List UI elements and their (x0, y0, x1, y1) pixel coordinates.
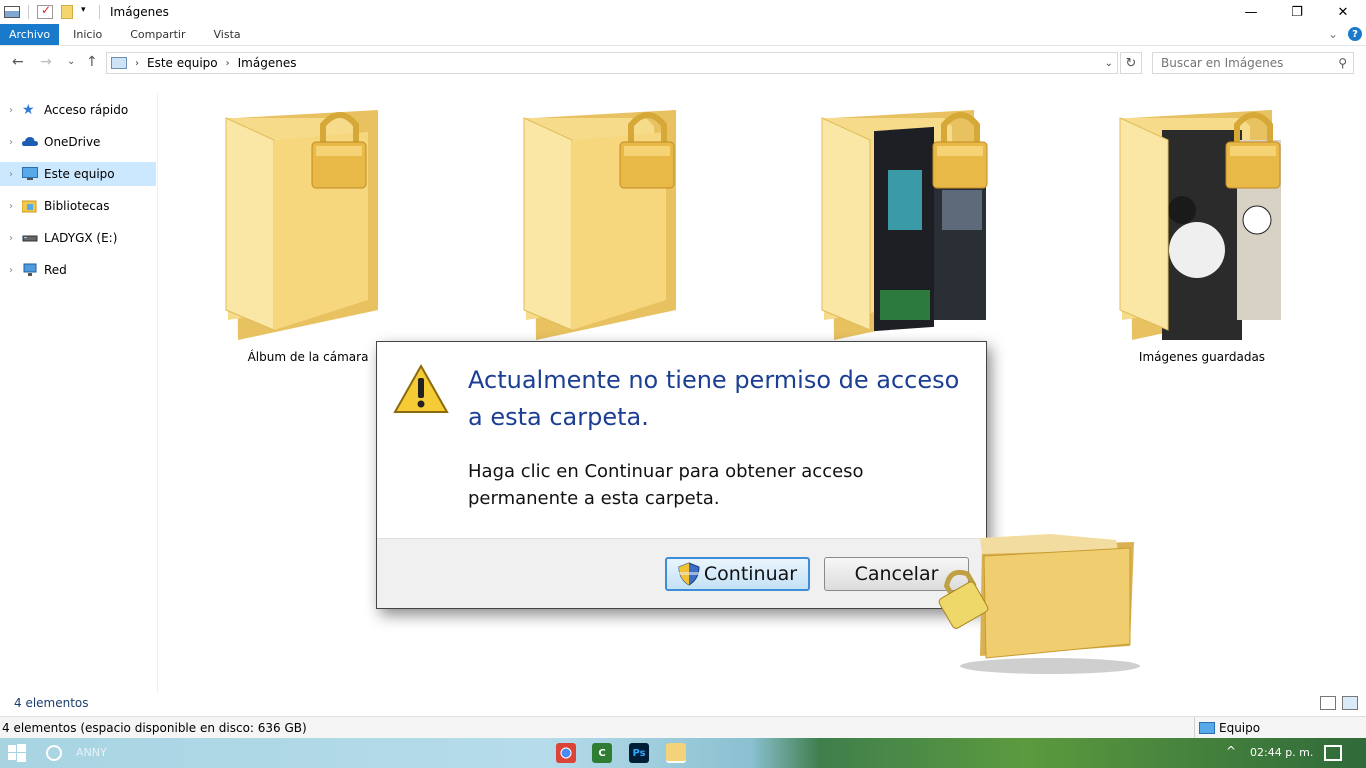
cloud-icon (22, 135, 38, 149)
forward-arrow-icon[interactable]: → (40, 54, 52, 70)
details-view-icon[interactable] (1320, 696, 1336, 710)
dialog-heading-line: Actualmente no tiene permiso de acceso (468, 366, 960, 394)
file-explorer-icon[interactable] (666, 743, 686, 763)
toolbar-separator (28, 5, 29, 19)
close-button[interactable]: ✕ (1320, 0, 1366, 24)
large-icons-view-icon[interactable] (1342, 696, 1358, 710)
search-icon[interactable]: ⚲ (1338, 56, 1347, 70)
window-title: Imágenes (110, 5, 169, 19)
search-box[interactable]: ⚲ (1152, 52, 1354, 74)
details-bar: 4 elementos (espacio disponible en disco… (0, 716, 1366, 739)
dialog-heading-line: a esta carpeta. (468, 403, 649, 431)
help-icon[interactable]: ? (1348, 27, 1362, 41)
uac-shield-icon (678, 562, 700, 586)
notification-icon[interactable] (1324, 745, 1342, 761)
properties-icon[interactable]: ✓ (37, 3, 53, 19)
usb-drive-icon (22, 231, 38, 245)
sidebar-item-bibliotecas[interactable]: › Bibliotecas (0, 194, 156, 218)
sidebar-item-label: LADYGX (E:) (44, 231, 118, 245)
tray-arrow-icon[interactable]: ^ (1226, 744, 1236, 758)
taskbar: ANNY C Ps ^ 02:44 p. m. (0, 738, 1366, 768)
permission-dialog: Actualmente no tiene permiso de acceso a… (376, 341, 987, 609)
sidebar-item-label: Red (44, 263, 67, 277)
address-dropdown-icon[interactable]: ⌄ (1105, 58, 1113, 69)
breadcrumb-imagenes[interactable]: Imágenes (238, 56, 297, 70)
ribbon-tabs: Archivo Inicio Compartir Vista ⌄ ? (0, 24, 1366, 46)
toolbar-separator (99, 5, 100, 19)
dialog-body-line: permanente a esta carpeta. (468, 488, 720, 509)
computer-label: Equipo (1219, 721, 1261, 735)
windows-start-icon[interactable] (8, 744, 26, 762)
taskbar-user: ANNY (76, 746, 107, 759)
expand-icon[interactable]: › (0, 169, 22, 180)
up-arrow-icon[interactable]: ↑ (86, 54, 98, 70)
star-icon: ★ (22, 102, 35, 118)
title-bar: ✓ ▾ Imágenes — ❐ ✕ (0, 0, 1366, 24)
disk-space-info: 4 elementos (espacio disponible en disco… (2, 720, 307, 735)
customize-toolbar-icon[interactable]: ▾ (81, 5, 91, 19)
network-icon (22, 263, 38, 277)
clock[interactable]: 02:44 p. m. (1250, 746, 1313, 759)
refresh-button[interactable]: ↻ (1120, 52, 1142, 74)
dialog-body: Haga clic en Continuar para obtener acce… (468, 458, 968, 512)
new-folder-icon[interactable] (61, 5, 73, 19)
library-icon (21, 199, 38, 213)
sidebar-item-este-equipo[interactable]: › Este equipo (0, 162, 156, 186)
sidebar-item-label: Acceso rápido (44, 103, 129, 117)
continue-button[interactable]: Continuar (665, 557, 810, 591)
tab-vista[interactable]: Vista (200, 24, 255, 45)
chrome-icon[interactable] (556, 743, 576, 763)
tab-compartir[interactable]: Compartir (116, 24, 199, 45)
expand-ribbon-icon[interactable]: ⌄ (1328, 27, 1338, 41)
expand-icon[interactable]: › (0, 105, 22, 116)
dialog-body-line: Haga clic en Continuar para obtener acce… (468, 461, 864, 482)
sidebar-item-red[interactable]: › Red (0, 258, 156, 282)
camtasia-icon[interactable]: C (592, 743, 612, 763)
navigation-row: ← → ⌄ ↑ › Este equipo › Imágenes ⌄ ↻ ⚲ (0, 50, 1366, 76)
breadcrumb-este-equipo[interactable]: Este equipo (147, 56, 218, 70)
expand-icon[interactable]: › (0, 233, 22, 244)
warning-icon (393, 364, 449, 413)
locked-folder-icon (523, 110, 676, 340)
back-arrow-icon[interactable]: ← (12, 54, 24, 70)
sidebar-item-label: OneDrive (44, 135, 101, 149)
tab-archivo[interactable]: Archivo (0, 24, 60, 45)
expand-icon[interactable]: › (0, 201, 22, 212)
computer-icon (111, 57, 127, 69)
item-count: 4 elementos (14, 696, 89, 710)
photoshop-icon[interactable]: Ps (629, 743, 649, 763)
quick-access-toolbar: ✓ ▾ (0, 0, 104, 24)
locked-folder-icon (225, 110, 378, 340)
dialog-heading: Actualmente no tiene permiso de acceso a… (468, 362, 968, 436)
sidebar-item-label: Bibliotecas (44, 199, 110, 213)
navigation-pane: › ★ Acceso rápido › OneDrive › Este equi… (0, 94, 158, 694)
sidebar-item-onedrive[interactable]: › OneDrive (0, 130, 156, 154)
locked-folder-graphic (938, 534, 1140, 674)
continue-label: Continuar (703, 563, 798, 585)
breadcrumb-separator[interactable]: › (226, 58, 230, 69)
computer-icon (22, 167, 38, 181)
dialog-footer: Continuar Cancelar (377, 538, 986, 608)
search-input[interactable] (1161, 53, 1331, 73)
sidebar-item-label: Este equipo (44, 167, 115, 181)
sidebar-item-ladygx[interactable]: › LADYGX (E:) (0, 226, 156, 250)
search-circle-icon[interactable] (46, 745, 62, 761)
recent-locations-icon[interactable]: ⌄ (67, 56, 75, 67)
locked-folder-icon (1119, 110, 1281, 340)
address-bar[interactable]: › Este equipo › Imágenes ⌄ (106, 52, 1118, 74)
restore-button[interactable]: ❐ (1274, 0, 1320, 24)
sidebar-item-acceso-rapido[interactable]: › ★ Acceso rápido (0, 98, 156, 122)
breadcrumb-separator[interactable]: › (135, 58, 139, 69)
minimize-button[interactable]: — (1228, 0, 1274, 24)
expand-icon[interactable]: › (0, 265, 22, 276)
folder-name: Imágenes guardadas (1138, 350, 1266, 364)
locked-folder-icon (821, 110, 988, 340)
computer-zone: Equipo (1194, 717, 1260, 739)
expand-icon[interactable]: › (0, 137, 22, 148)
window-menu-icon[interactable] (4, 6, 20, 18)
status-bar: 4 elementos (0, 692, 1366, 714)
computer-icon (1199, 722, 1215, 734)
tab-inicio[interactable]: Inicio (59, 24, 116, 45)
